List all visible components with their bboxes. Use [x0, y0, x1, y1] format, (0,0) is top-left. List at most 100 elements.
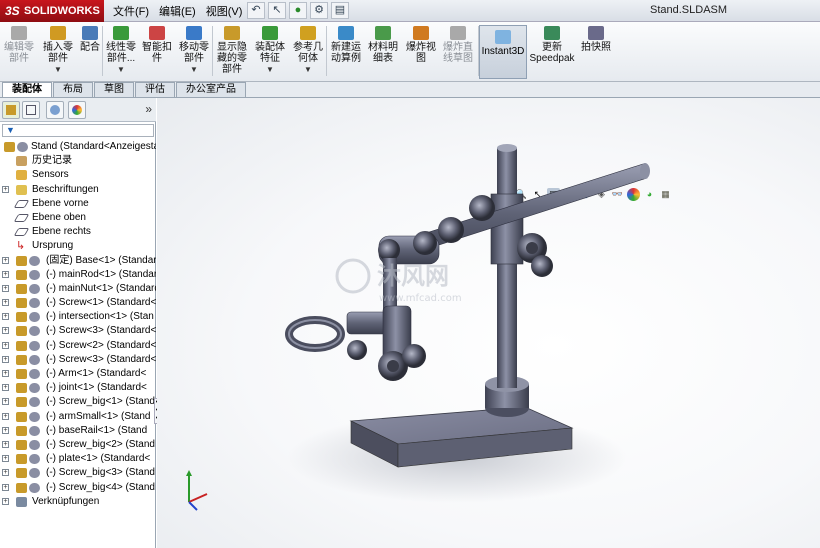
expand-icon[interactable]: + [2, 299, 9, 307]
tree-item[interactable]: + (-) joint<1> (Standard< [0, 381, 156, 395]
expand-icon[interactable]: + [2, 412, 9, 420]
tree-item[interactable]: 历史记录 [0, 154, 156, 168]
expand-icon[interactable]: + [2, 256, 9, 264]
update-speedpak-button[interactable]: 更新 Speedpak [528, 24, 576, 80]
undo-icon[interactable]: ↶ [247, 2, 265, 19]
configuration-manager-tab-icon[interactable] [46, 101, 64, 119]
select-arrow-icon[interactable]: ↖ [268, 2, 286, 19]
expand-icon[interactable]: + [2, 469, 9, 477]
screw-knob[interactable] [469, 195, 495, 221]
tree-item[interactable]: + (-) Screw_big<4> (Stand [0, 481, 156, 495]
tree-item[interactable]: Ebene vorne [0, 197, 156, 211]
solidworks-logo[interactable]: 3S SOLIDWORKS [0, 0, 104, 22]
screw-knob[interactable] [402, 344, 426, 368]
tree-item[interactable]: ↳ Ursprung [0, 239, 156, 253]
tree-item[interactable]: + (-) Screw<3> (Standard< [0, 324, 156, 338]
tree-item-label: (-) mainNut<1> (Standard [46, 282, 156, 294]
tree-item[interactable]: + (-) baseRail<1> (Stand [0, 424, 156, 438]
tree-item[interactable]: Sensors [0, 168, 156, 182]
explode-line-sketch-icon [450, 26, 466, 40]
expand-icon[interactable]: + [2, 384, 9, 392]
menu-edit[interactable]: 编辑(E) [154, 3, 201, 19]
assembly-features-button[interactable]: 装配体 特征 ▼ [252, 24, 288, 80]
explode-line-sketch-button[interactable]: 爆炸直 线草图 [440, 24, 476, 80]
dropdown-arrow-icon[interactable]: ▼ [40, 64, 76, 75]
dropdown-arrow-icon[interactable]: ▼ [104, 64, 138, 75]
insert-components-button[interactable]: 插入零 部件 ▼ [40, 24, 76, 80]
tab-layout[interactable]: 布局 [53, 82, 93, 97]
expand-icon[interactable]: + [2, 370, 9, 377]
tree-item[interactable]: + Beschriftungen [0, 183, 156, 197]
tree-item[interactable]: + (-) mainNut<1> (Standard [0, 282, 156, 296]
part-icon [16, 354, 27, 365]
expand-icon[interactable]: + [2, 426, 9, 434]
tree-item[interactable]: + (-) Screw_big<3> (Stand [0, 466, 156, 480]
reference-geometry-button[interactable]: 参考几 何体 ▼ [290, 24, 326, 80]
screw-knob[interactable] [531, 255, 553, 277]
tree-item[interactable]: + (-) Arm<1> (Standard< [0, 367, 156, 381]
options-icon[interactable]: ⚙ [310, 2, 328, 19]
tree-item[interactable]: + (-) mainRod<1> (Standard [0, 268, 156, 282]
screw-knob[interactable] [347, 340, 367, 360]
dropdown-arrow-icon[interactable]: ▼ [252, 64, 288, 75]
expand-icon[interactable]: + [2, 440, 9, 448]
tree-filter[interactable]: ▼ [2, 124, 154, 137]
tree-item[interactable]: + (-) Screw<2> (Standard< [0, 339, 156, 353]
feature-tree-tab-icon[interactable] [2, 101, 20, 119]
move-component-button[interactable]: 移动零 部件 ▼ [176, 24, 212, 80]
expand-icon[interactable]: + [2, 497, 9, 505]
exploded-view-button[interactable]: 爆炸视 图 [404, 24, 438, 80]
stand-model[interactable] [285, 144, 650, 503]
linear-component-pattern-button[interactable]: 线性零 部件... ▼ [104, 24, 138, 80]
tree-item[interactable]: + (-) Screw<1> (Standard< [0, 296, 156, 310]
traffic-light-icon[interactable]: ● [289, 2, 307, 19]
expand-icon[interactable]: + [2, 483, 9, 491]
tree-item[interactable]: + (-) Screw_big<1> (Stand [0, 395, 156, 409]
menu-view[interactable]: 视图(V) [201, 3, 248, 19]
screw-knob[interactable] [413, 231, 437, 255]
expand-icon[interactable]: + [2, 398, 9, 406]
edit-component-button[interactable]: 编辑零 部件 [0, 24, 38, 80]
tab-office-products[interactable]: 办公室产品 [176, 82, 246, 97]
instant3d-button[interactable]: Instant3D [479, 25, 527, 79]
dropdown-arrow-icon[interactable]: ▼ [290, 64, 326, 75]
show-hidden-components-button[interactable]: 显示隐 藏的零 部件 [214, 24, 250, 80]
dropdown-arrow-icon[interactable]: ▼ [176, 64, 212, 75]
expand-icon[interactable]: + [2, 327, 9, 335]
display-state-icon [29, 326, 40, 337]
smart-fasteners-button[interactable]: 智能扣 件 [140, 24, 174, 80]
expand-icon[interactable]: + [2, 455, 9, 463]
part-icon [16, 425, 27, 436]
graphics-area[interactable]: 🔍 🔍 ↖ ▣ ◧ ▮ ◈ 👓 ◕ ▦ [157, 98, 820, 548]
screw-knob[interactable] [438, 217, 464, 243]
tab-evaluate[interactable]: 评估 [135, 82, 175, 97]
expand-icon[interactable]: + [2, 270, 9, 278]
new-motion-study-button[interactable]: 新建运 动算例 [328, 24, 364, 80]
tab-assembly[interactable]: 装配体 [2, 82, 52, 97]
display-manager-tab-icon[interactable] [68, 101, 86, 119]
expand-icon[interactable]: + [2, 185, 9, 193]
mate-button[interactable]: 配合 [78, 24, 102, 80]
tree-item[interactable]: Ebene rechts [0, 225, 156, 239]
tree-item[interactable]: + (-) intersection<1> (Stan [0, 310, 156, 324]
tree-item[interactable]: + (-) plate<1> (Standard< [0, 452, 156, 466]
expand-icon[interactable]: + [2, 341, 9, 349]
tree-item[interactable]: + (-) armSmall<1> (Stand [0, 410, 156, 424]
main-rod-part[interactable] [497, 148, 517, 388]
tree-item[interactable]: + Verknüpfungen [0, 495, 156, 509]
expand-icon[interactable]: + [2, 313, 9, 321]
expand-icon[interactable]: + [2, 284, 9, 292]
tree-root[interactable]: Stand (Standard<Anzeigestatus [0, 140, 156, 154]
menu-file[interactable]: 文件(F) [108, 3, 154, 19]
tree-item[interactable]: + (固定) Base<1> (Standard [0, 254, 156, 268]
property-manager-tab-icon[interactable] [22, 101, 40, 119]
view-settings-icon[interactable]: ▤ [331, 2, 349, 19]
tree-item[interactable]: + (-) Screw_big<2> (Stand [0, 438, 156, 452]
collapse-panel-icon[interactable]: » [145, 102, 152, 116]
expand-icon[interactable]: + [2, 355, 9, 363]
tree-item[interactable]: + (-) Screw<3> (Standard< [0, 353, 156, 367]
tree-item[interactable]: Ebene oben [0, 211, 156, 225]
take-snapshot-button[interactable]: 拍快照 [578, 24, 614, 80]
tab-sketch[interactable]: 草图 [94, 82, 134, 97]
bill-of-materials-button[interactable]: 材料明 细表 [366, 24, 400, 80]
